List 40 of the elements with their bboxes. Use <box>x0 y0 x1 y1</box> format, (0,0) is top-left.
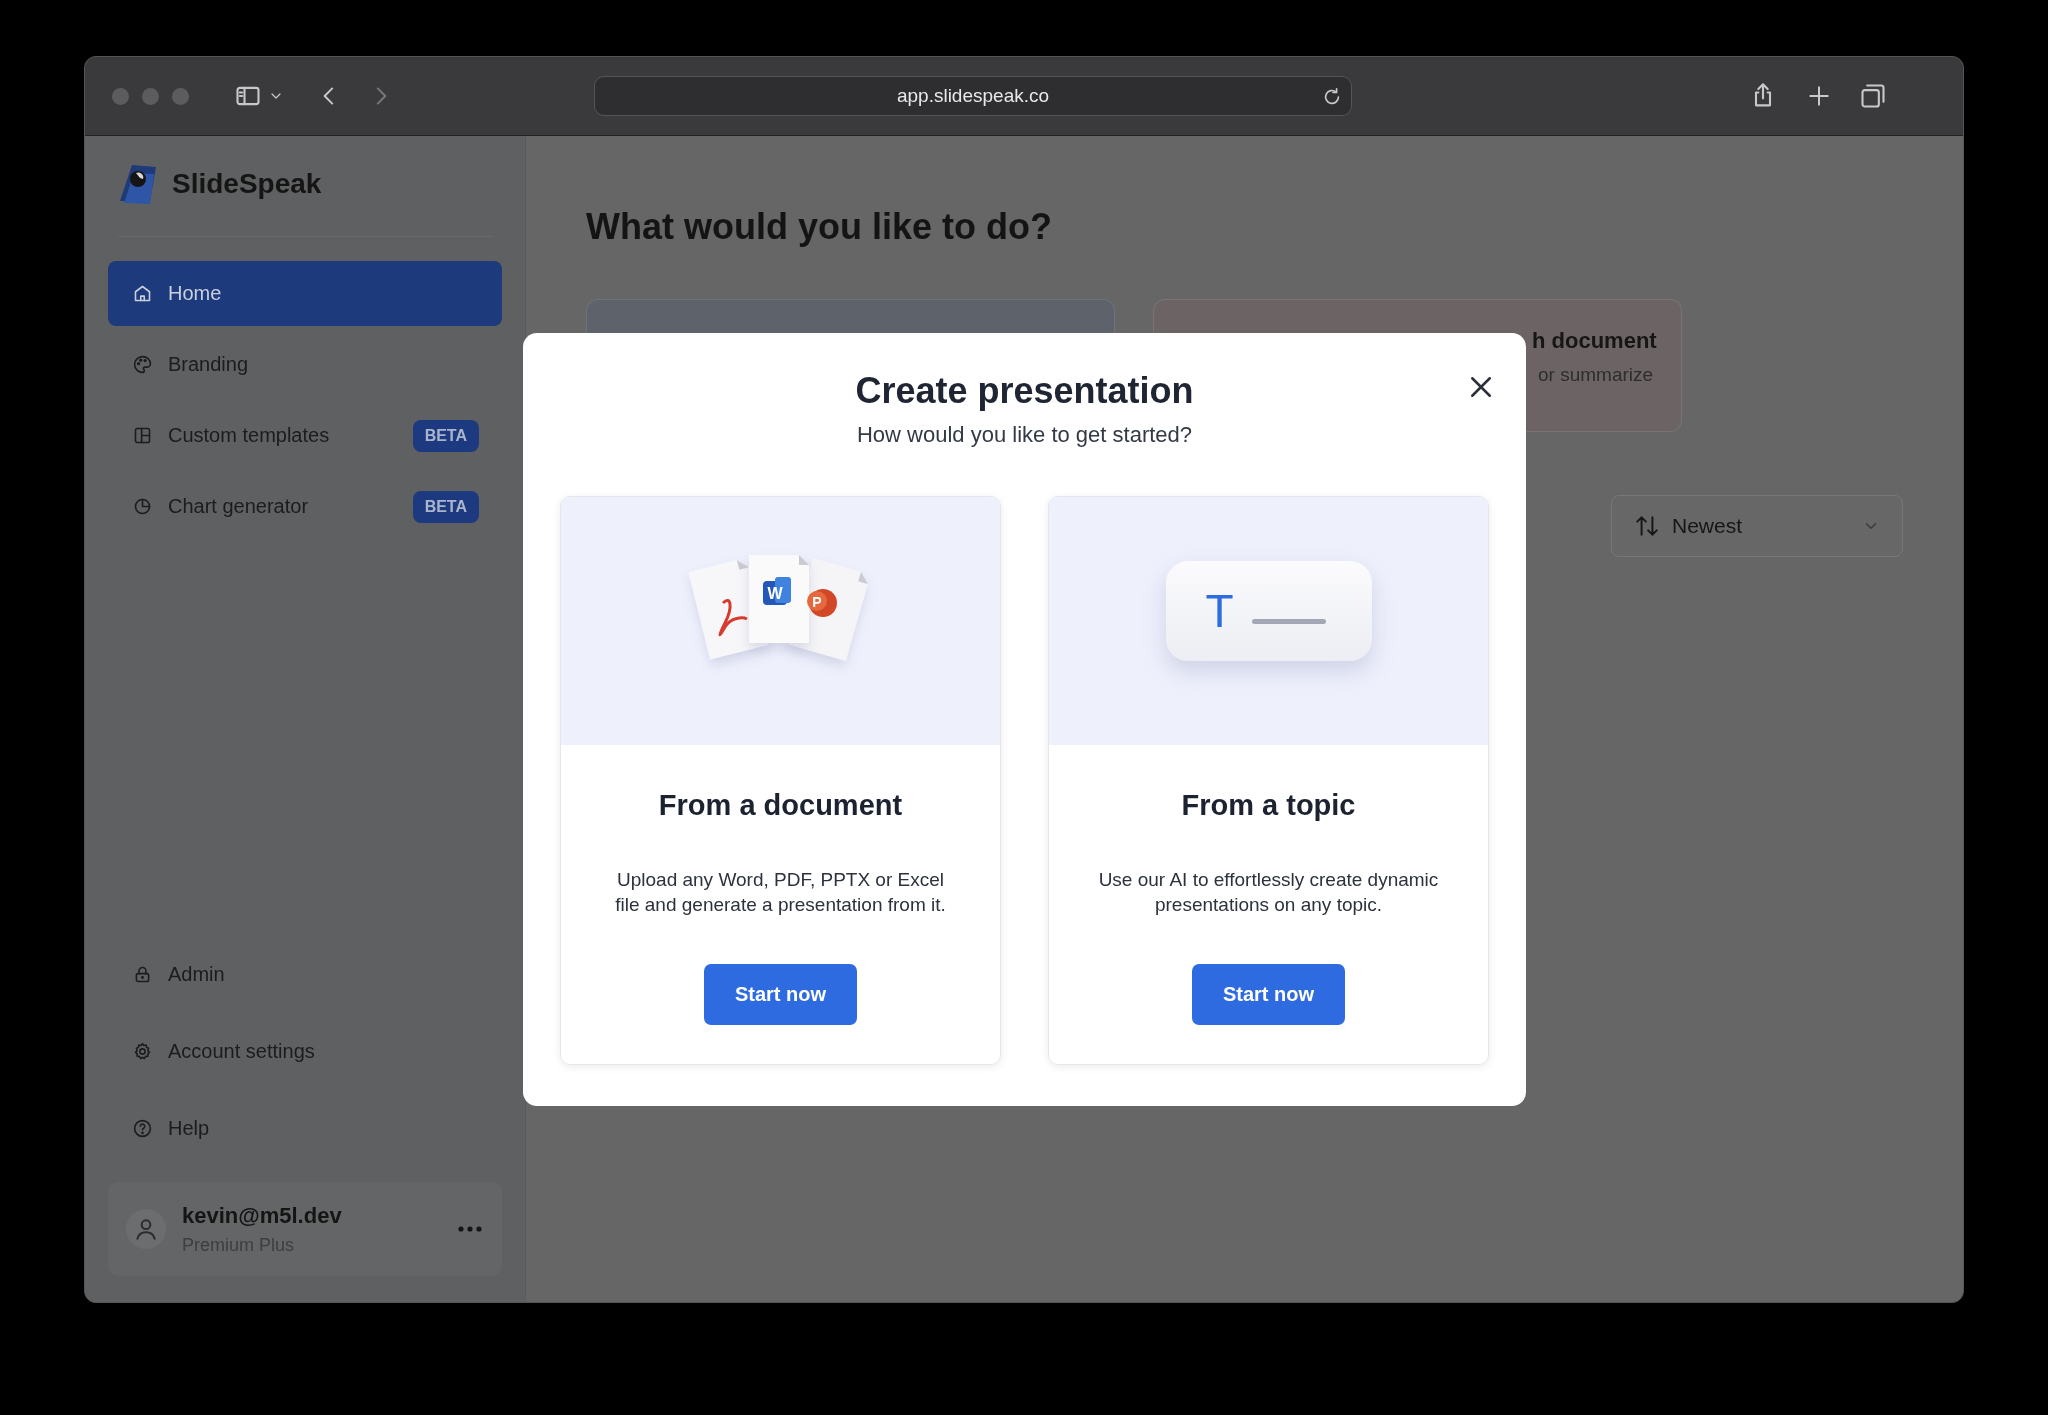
nav-item[interactable]: Custom templates BETA <box>108 403 502 468</box>
home-icon <box>132 283 153 304</box>
nav-item[interactable]: Help <box>108 1093 502 1163</box>
nav-item[interactable]: Home <box>108 261 502 326</box>
option-title: From a document <box>658 789 903 823</box>
t-glyph: T <box>1205 584 1234 638</box>
layout-icon <box>132 425 153 446</box>
address-bar[interactable]: app.slidespeak.co <box>594 76 1352 116</box>
user-email: kevin@m5l.dev <box>182 1202 343 1229</box>
window-button[interactable] <box>112 87 129 105</box>
sort-icon <box>1634 513 1660 539</box>
start-button[interactable]: Start now <box>704 964 857 1025</box>
palette-icon <box>132 354 153 375</box>
modal-subtitle: How would you like to get started? <box>856 422 1193 448</box>
tabs-icon <box>1859 82 1887 110</box>
nav-item[interactable]: Admin <box>108 939 502 1009</box>
beta-badge: BETA <box>412 419 479 452</box>
beta-badge: BETA <box>412 490 479 523</box>
sort-dropdown[interactable]: Newest <box>1611 495 1903 557</box>
option-description: Use our AI to effortlessly create dynamic presentations on any topic. <box>1097 868 1440 917</box>
page-heading: What would you like to do? <box>586 205 1053 249</box>
nav-item[interactable]: Account settings <box>108 1016 502 1086</box>
url-text: app.slidespeak.co <box>896 85 1050 107</box>
window-button[interactable] <box>142 87 159 105</box>
window-button[interactable] <box>172 87 189 105</box>
settings-icon <box>132 1040 153 1062</box>
more-icon[interactable] <box>458 1226 482 1232</box>
card-subtitle: or summarize <box>1537 364 1655 386</box>
user-icon <box>133 1216 159 1242</box>
nav-item[interactable]: Chart generator BETA <box>108 474 502 539</box>
nav-item[interactable]: Branding <box>108 332 502 397</box>
card-title: h document <box>1532 328 1658 354</box>
pie-chart-icon <box>132 496 153 517</box>
brand-name: SlideSpeak <box>172 168 322 200</box>
modal-title: Create presentation <box>855 369 1194 413</box>
files-drawing: W P <box>690 551 871 671</box>
option-title: From a topic <box>1181 789 1356 823</box>
start-button[interactable]: Start now <box>1192 964 1345 1025</box>
option-description: Upload any Word, PDF, PPTX or Excel file and generate a presentation from it. <box>614 868 947 917</box>
help-icon <box>132 1117 153 1139</box>
